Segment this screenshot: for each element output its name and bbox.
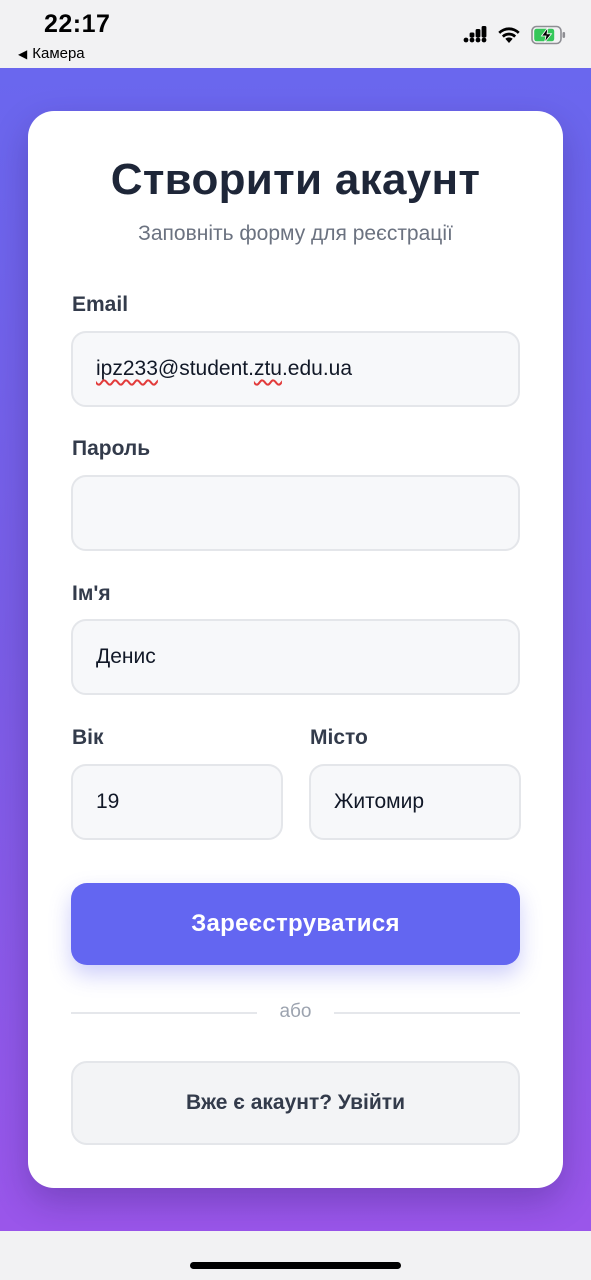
email-value-part: @student.: [157, 357, 254, 380]
city-label: Місто: [310, 726, 368, 749]
bottom-safe-area: [0, 1231, 591, 1280]
email-value-misspelled-part: ztu: [253, 357, 282, 380]
home-indicator[interactable]: [190, 1262, 401, 1269]
status-bar: 22:17 ◀ Камера: [0, 0, 591, 68]
status-icons: [463, 24, 567, 46]
email-label: Email: [72, 293, 129, 316]
divider-text: або: [279, 1001, 312, 1022]
divider-line-right: [334, 1012, 520, 1014]
divider-line-left: [71, 1012, 257, 1014]
page-title: Створити акаунт: [110, 155, 481, 204]
wifi-icon: [497, 26, 521, 44]
email-value-part: .edu.ua: [281, 357, 353, 380]
password-label: Пароль: [72, 437, 151, 460]
status-time: 22:17: [44, 10, 111, 38]
email-value-misspelled-part: ipz233: [96, 357, 158, 380]
name-label: Ім'я: [72, 582, 111, 605]
login-button[interactable]: Вже є акаунт? Увійти: [71, 1061, 520, 1145]
age-label: Вік: [72, 726, 104, 749]
age-input[interactable]: 19: [71, 764, 283, 840]
page-subtitle: Заповніть форму для реєстрації: [138, 222, 453, 245]
register-button[interactable]: Зареєструватися: [71, 883, 520, 965]
email-input[interactable]: ipz233 @student. ztu .edu.ua: [71, 331, 520, 407]
password-input[interactable]: [71, 475, 520, 551]
battery-charging-icon: [531, 25, 567, 45]
cellular-signal-icon: [463, 26, 487, 44]
name-input[interactable]: Денис: [71, 619, 520, 695]
back-link-label: Камера: [32, 45, 85, 62]
back-arrow-icon: ◀: [18, 46, 28, 61]
back-to-camera-link[interactable]: ◀ Камера: [18, 45, 85, 62]
city-input[interactable]: Житомир: [309, 764, 521, 840]
